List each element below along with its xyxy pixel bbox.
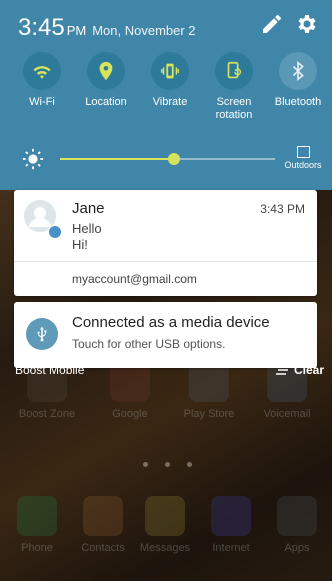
bluetooth-icon bbox=[279, 52, 317, 90]
message-notification[interactable]: Jane 3:43 PM Hello Hi! myaccount@gmail.c… bbox=[14, 190, 317, 296]
outdoors-label: Outdoors bbox=[284, 160, 322, 170]
toggle-bluetooth[interactable]: Bluetooth bbox=[266, 52, 330, 109]
google-folder-icon bbox=[110, 362, 150, 402]
status-date: Mon, November 2 bbox=[92, 23, 196, 38]
toggle-screen-rotation[interactable]: Screen rotation bbox=[202, 52, 266, 122]
toggle-label: Bluetooth bbox=[274, 96, 322, 108]
dock-messages: Messages bbox=[132, 496, 198, 554]
dock-phone: Phone bbox=[4, 496, 70, 554]
settings-gear-icon[interactable] bbox=[294, 12, 320, 38]
notification-shade: 3:45 PM Mon, November 2 Wi-Fi Location Vib… bbox=[0, 0, 332, 190]
apps-grid-icon bbox=[277, 496, 317, 536]
app-label: Boost Zone bbox=[18, 408, 76, 420]
brightness-sun-icon bbox=[22, 148, 44, 170]
phone-icon bbox=[17, 496, 57, 536]
contacts-icon bbox=[83, 496, 123, 536]
dock-internet: Internet bbox=[198, 496, 264, 554]
toggle-label: Vibrate bbox=[152, 96, 188, 108]
notification-account: myaccount@gmail.com bbox=[72, 272, 197, 286]
edit-icon[interactable] bbox=[260, 12, 286, 38]
outdoors-toggle[interactable]: Outdoors bbox=[283, 146, 323, 170]
vibrate-icon bbox=[151, 52, 189, 90]
clock-time: 3:45 bbox=[18, 14, 65, 41]
dock-apps: Apps bbox=[264, 496, 330, 554]
notification-sender: Jane bbox=[72, 200, 105, 217]
app-label: Play Store bbox=[183, 408, 235, 420]
wifi-icon bbox=[23, 52, 61, 90]
internet-icon bbox=[211, 496, 251, 536]
usb-icon bbox=[26, 318, 58, 350]
page-dot bbox=[143, 462, 148, 467]
carrier-label: Boost Mobile bbox=[15, 363, 85, 377]
toggle-location[interactable]: Location bbox=[74, 52, 138, 109]
app-label: Contacts bbox=[81, 542, 125, 554]
brightness-control: Outdoors bbox=[0, 142, 332, 178]
toggle-vibrate[interactable]: Vibrate bbox=[138, 52, 202, 109]
divider bbox=[14, 261, 317, 262]
status-bar: 3:45 PM Mon, November 2 bbox=[18, 14, 196, 42]
brightness-slider[interactable] bbox=[60, 153, 275, 165]
app-label: Voicemail bbox=[263, 408, 311, 420]
page-indicator bbox=[140, 462, 200, 470]
checkbox-icon bbox=[296, 146, 310, 158]
brightness-slider-fill bbox=[60, 158, 174, 160]
play-store-icon bbox=[189, 362, 229, 402]
app-label: Internet bbox=[212, 542, 250, 554]
clear-icon bbox=[275, 365, 290, 375]
brightness-slider-thumb[interactable] bbox=[168, 153, 180, 165]
app-label: Google bbox=[112, 408, 148, 420]
page-dot bbox=[165, 462, 170, 467]
messages-icon bbox=[145, 496, 185, 536]
notification-line: Hi! bbox=[72, 237, 88, 252]
usb-notification-subtitle: Touch for other USB options. bbox=[72, 337, 226, 351]
app-label: Phone bbox=[21, 542, 53, 554]
page-dot bbox=[187, 462, 192, 467]
toggle-wifi[interactable]: Wi-Fi bbox=[10, 52, 74, 109]
app-label: Messages bbox=[139, 542, 191, 554]
app-label: Apps bbox=[284, 542, 310, 554]
email-app-badge-icon bbox=[48, 225, 62, 239]
notification-time: 3:43 PM bbox=[260, 202, 305, 216]
notification-line: Hello bbox=[72, 221, 102, 236]
quick-settings: Wi-Fi Location Vibrate Screen rotation B… bbox=[0, 52, 332, 132]
clear-label: Clear bbox=[293, 363, 324, 377]
toggle-label: Location bbox=[85, 96, 127, 108]
usb-notification-title: Connected as a media device bbox=[72, 314, 270, 331]
toggle-label: Screen rotation bbox=[215, 96, 253, 121]
app-google: Google bbox=[95, 362, 165, 420]
location-icon bbox=[87, 52, 125, 90]
screen-rotation-icon bbox=[215, 52, 253, 90]
clock-ampm: PM bbox=[66, 23, 87, 38]
app-play-store: Play Store bbox=[174, 362, 244, 420]
dock-contacts: Contacts bbox=[70, 496, 136, 554]
clear-button[interactable]: Clear bbox=[275, 363, 324, 377]
toggle-label: Wi-Fi bbox=[29, 96, 55, 108]
usb-notification[interactable]: Connected as a media device Touch for ot… bbox=[14, 302, 317, 368]
